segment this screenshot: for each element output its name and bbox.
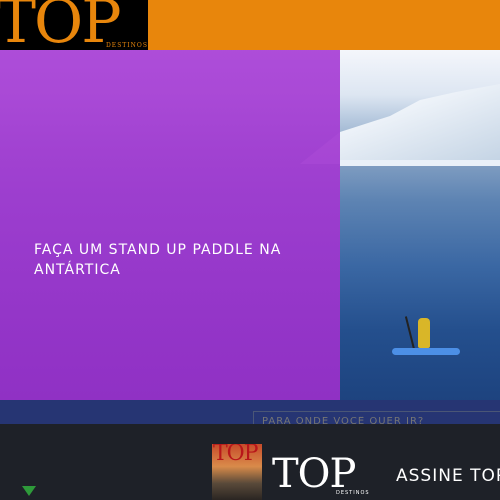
hero-banner[interactable]: FAÇA UM STAND UP PADDLE NA ANTÁRTICA (0, 50, 500, 424)
subscribe-bar: TOP TOP DESTINOS ASSINE TOP (0, 424, 500, 500)
paddler (418, 318, 430, 348)
ice-shelf (340, 160, 500, 166)
brand-subtitle: DESTINOS (336, 490, 370, 496)
paddle-board (392, 348, 460, 355)
site-header: TOP DESTINOS (0, 0, 500, 50)
brand-logo: TOP (272, 451, 356, 497)
logo-text: TOP (0, 0, 122, 50)
cover-logo: TOP (213, 444, 259, 466)
hero-overlay (0, 50, 340, 400)
arrow-down-icon[interactable] (22, 486, 36, 496)
site-logo[interactable]: TOP DESTINOS (0, 0, 148, 50)
logo-subtitle: DESTINOS (106, 42, 148, 49)
magazine-cover[interactable]: TOP (212, 444, 262, 500)
hero-title[interactable]: FAÇA UM STAND UP PADDLE NA ANTÁRTICA (34, 240, 304, 280)
subscribe-link[interactable]: ASSINE TOP (396, 466, 500, 486)
